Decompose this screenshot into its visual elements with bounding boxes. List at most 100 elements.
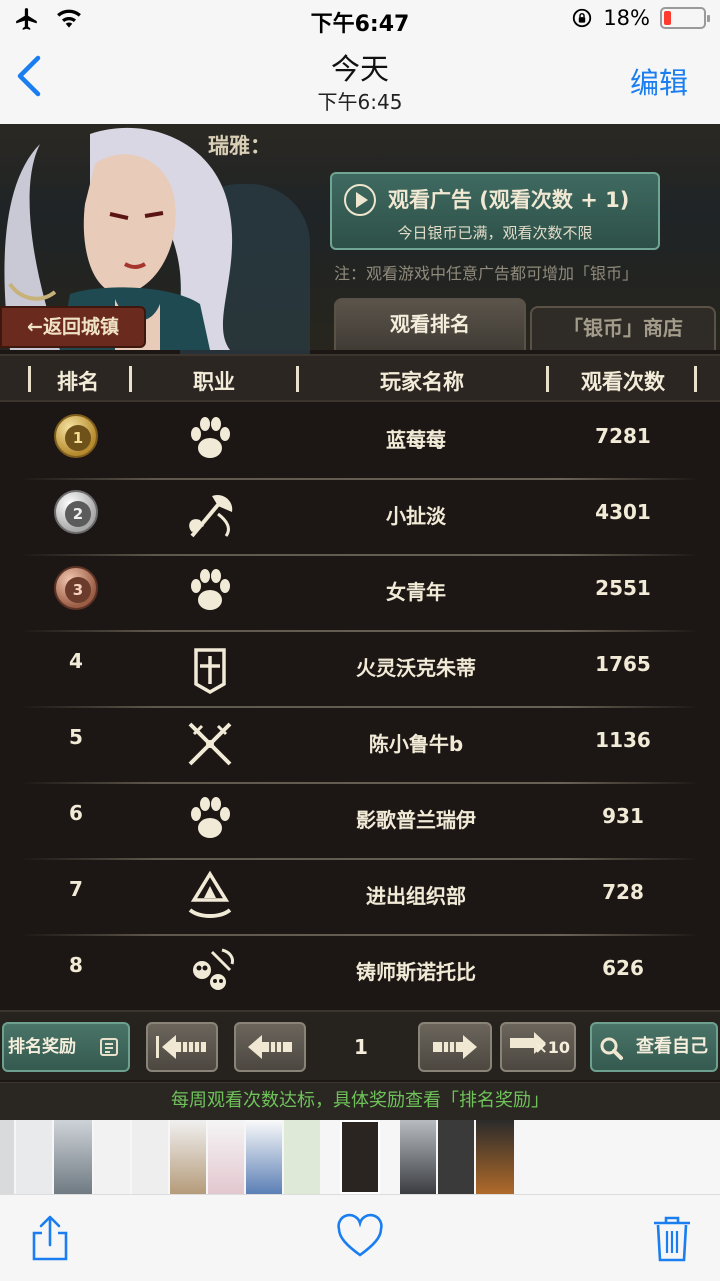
column-player-name: 玩家名称 bbox=[380, 370, 464, 394]
rank-number: 3 bbox=[65, 577, 91, 603]
arrow-left-icon bbox=[248, 1035, 292, 1059]
ranking-rewards-button[interactable]: 排名奖励 bbox=[2, 1022, 130, 1072]
npc-banner: 瑞雅： 观看广告 (观看次数 + 1) 今日银币已满，观看次数不限 注：观看游戏… bbox=[0, 124, 720, 354]
view-count: 1136 bbox=[595, 728, 651, 752]
game-screenshot: 瑞雅： 观看广告 (观看次数 + 1) 今日银币已满，观看次数不限 注：观看游戏… bbox=[0, 124, 720, 1120]
page-number: 1 bbox=[354, 1035, 368, 1059]
header-separator bbox=[296, 366, 299, 392]
weekly-reward-note: 每周观看次数达标，具体奖励查看「排名奖励」 bbox=[0, 1082, 720, 1120]
ranking-row[interactable]: 1 蓝莓莓 7281 bbox=[0, 404, 720, 480]
ranking-rewards-label: 排名奖励 bbox=[8, 1037, 76, 1057]
battery-percent: 18% bbox=[603, 6, 650, 30]
battery-icon bbox=[660, 7, 710, 29]
ranking-row[interactable]: 3 女青年 2551 bbox=[0, 556, 720, 632]
ranking-row[interactable]: 8 铸师斯诺托比 626 bbox=[0, 936, 720, 1012]
header-separator bbox=[546, 366, 549, 392]
photo-thumbnail[interactable] bbox=[284, 1120, 320, 1194]
player-name: 影歌普兰瑞伊 bbox=[356, 808, 476, 832]
view-count: 2551 bbox=[595, 576, 651, 600]
header-separator bbox=[28, 366, 31, 392]
status-bar: 下午6:47 18% bbox=[0, 0, 720, 40]
ad-note: 注：观看游戏中任意广告都可增加「银币」 bbox=[334, 264, 639, 283]
axe-icon bbox=[182, 490, 238, 542]
column-rank: 排名 bbox=[57, 370, 99, 394]
tab-silver-shop[interactable]: 「银币」商店 bbox=[530, 306, 716, 350]
player-name: 进出组织部 bbox=[366, 884, 466, 908]
view-count: 931 bbox=[602, 804, 644, 828]
photo-thumbnail[interactable] bbox=[438, 1120, 474, 1194]
player-name: 陈小鲁牛b bbox=[368, 732, 464, 756]
view-self-button[interactable]: 查看自己 bbox=[590, 1022, 718, 1072]
tab-view-ranking[interactable]: 观看排名 bbox=[334, 298, 526, 350]
column-view-count: 观看次数 bbox=[581, 370, 665, 394]
rank-number: 1 bbox=[65, 425, 91, 451]
navigation-bar: 今天 下午6:45 编辑 bbox=[0, 40, 720, 124]
view-self-label: 查看自己 bbox=[636, 1036, 708, 1057]
watch-ad-button[interactable]: 观看广告 (观看次数 + 1) 今日银币已满，观看次数不限 bbox=[330, 172, 660, 250]
player-name: 女青年 bbox=[386, 580, 446, 604]
silver-medal-icon: 2 bbox=[54, 490, 98, 534]
photo-thumbnail[interactable] bbox=[0, 1120, 14, 1194]
skip-ten-label: ×10 bbox=[534, 1038, 570, 1057]
paw-icon bbox=[182, 794, 238, 846]
view-count: 4301 bbox=[595, 500, 651, 524]
crossed-daggers-icon bbox=[182, 718, 238, 770]
rank-number: 4 bbox=[69, 649, 83, 673]
rank-number: 6 bbox=[69, 801, 83, 825]
photo-thumbnail-strip[interactable] bbox=[0, 1120, 720, 1194]
rank-number: 5 bbox=[69, 725, 83, 749]
ranking-row[interactable]: 6 影歌普兰瑞伊 931 bbox=[0, 784, 720, 860]
player-name: 蓝莓莓 bbox=[386, 428, 446, 452]
skull-pick-icon bbox=[182, 946, 238, 998]
share-icon[interactable] bbox=[26, 1213, 74, 1263]
ranking-table-header: 排名 职业 玩家名称 观看次数 bbox=[0, 354, 720, 402]
heart-icon[interactable] bbox=[336, 1213, 384, 1263]
player-name: 火灵沃克朱蒂 bbox=[356, 656, 476, 680]
ranking-row[interactable]: 2 小扯淡 4301 bbox=[0, 480, 720, 556]
photo-thumbnail[interactable] bbox=[94, 1120, 130, 1194]
npc-speaker-name: 瑞雅： bbox=[208, 134, 271, 158]
view-count: 626 bbox=[602, 956, 644, 980]
arrow-right-icon bbox=[433, 1035, 477, 1059]
gold-medal-icon: 1 bbox=[54, 414, 98, 458]
photo-thumbnail[interactable] bbox=[246, 1120, 282, 1194]
photo-thumbnail[interactable] bbox=[170, 1120, 206, 1194]
skip-ten-pages-button[interactable]: ×10 bbox=[500, 1022, 576, 1072]
photo-thumbnail[interactable] bbox=[400, 1120, 436, 1194]
trash-icon[interactable] bbox=[648, 1213, 696, 1263]
photo-thumbnail-current[interactable] bbox=[340, 1120, 380, 1194]
photo-thumbnail[interactable] bbox=[476, 1120, 514, 1194]
next-page-button[interactable] bbox=[418, 1022, 492, 1072]
photo-thumbnail[interactable] bbox=[16, 1120, 52, 1194]
bronze-medal-icon: 3 bbox=[54, 566, 98, 610]
return-to-town-button[interactable]: ←返回城镇 bbox=[0, 306, 146, 348]
rank-number: 2 bbox=[65, 501, 91, 527]
view-count: 1765 bbox=[595, 652, 651, 676]
watch-ad-title: 观看广告 (观看次数 + 1) bbox=[388, 188, 630, 212]
bottom-toolbar bbox=[0, 1194, 720, 1281]
edit-button[interactable]: 编辑 bbox=[630, 60, 688, 102]
player-name: 铸师斯诺托比 bbox=[356, 960, 476, 984]
arcane-sigil-icon bbox=[182, 870, 238, 922]
rank-number: 8 bbox=[69, 953, 83, 977]
header-separator bbox=[129, 366, 132, 392]
header-separator bbox=[694, 366, 697, 392]
play-icon bbox=[344, 184, 376, 216]
photo-thumbnail[interactable] bbox=[132, 1120, 168, 1194]
double-arrow-left-icon bbox=[156, 1035, 206, 1059]
first-page-button[interactable] bbox=[146, 1022, 218, 1072]
paw-icon bbox=[182, 414, 238, 466]
column-job: 职业 bbox=[193, 370, 235, 394]
rank-number: 7 bbox=[69, 877, 83, 901]
ranking-row[interactable]: 7 进出组织部 728 bbox=[0, 860, 720, 936]
magnifier-icon bbox=[600, 1037, 623, 1060]
shield-icon bbox=[182, 642, 238, 695]
photo-thumbnail[interactable] bbox=[208, 1120, 244, 1194]
previous-page-button[interactable] bbox=[234, 1022, 306, 1072]
player-name: 小扯淡 bbox=[386, 504, 446, 528]
photo-thumbnail[interactable] bbox=[54, 1120, 92, 1194]
ranking-row[interactable]: 5 陈小鲁牛b 1136 bbox=[0, 708, 720, 784]
paw-icon bbox=[182, 566, 238, 618]
ranking-row[interactable]: 4 火灵沃克朱蒂 1765 bbox=[0, 632, 720, 708]
status-right: 18% bbox=[571, 6, 710, 30]
